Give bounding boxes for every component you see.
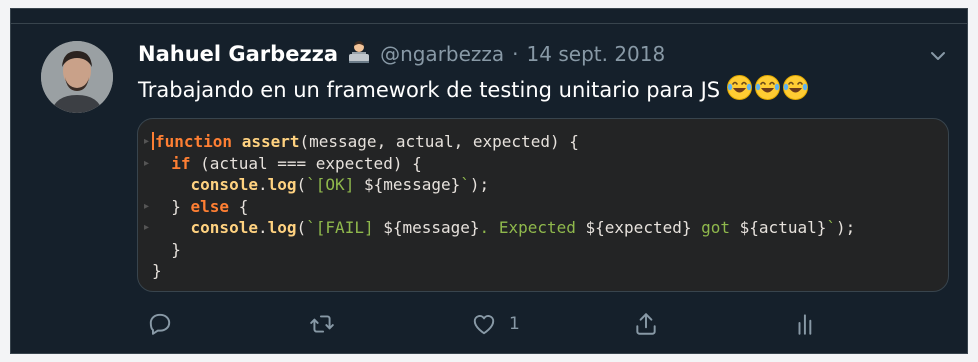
tears-of-joy-emoji-icon: [782, 74, 809, 106]
author-name[interactable]: Nahuel Garbezza: [138, 42, 338, 66]
heart-icon: [473, 315, 495, 335]
reply-button[interactable]: [147, 309, 173, 339]
code-fold-gutter: ▸ ▸ ▸ ▸: [144, 136, 150, 233]
code-block: function assert(message, actual, expecte…: [152, 131, 855, 282]
tweet-emojis: [726, 74, 809, 106]
code-line: }: [152, 261, 162, 280]
like-count: 1: [509, 314, 520, 334]
tweet-date[interactable]: 14 sept. 2018: [527, 42, 666, 66]
tweet-text-content: Trabajando en un framework de testing un…: [138, 78, 721, 102]
tweet-text: Trabajando en un framework de testing un…: [138, 75, 809, 105]
tweet-frame: Nahuel Garbezza @ngarbezza · 14 sept. 20…: [10, 8, 968, 354]
tweet-media-code-image[interactable]: ▸ ▸ ▸ ▸ function assert(message, actual, ex…: [137, 118, 949, 292]
tears-of-joy-emoji-icon: [726, 74, 753, 106]
retweet-button[interactable]: [309, 309, 335, 339]
analytics-icon: [798, 314, 812, 335]
header-separator: ·: [512, 42, 519, 66]
avatar[interactable]: [41, 41, 113, 113]
top-divider: [11, 23, 967, 24]
code-line: console.log(`[FAIL] ${message}. Expected…: [190, 218, 856, 237]
code-line: } else {: [152, 196, 249, 216]
author-handle[interactable]: @ngarbezza: [380, 42, 504, 66]
tweet-actions: 1: [137, 309, 857, 339]
share-icon: [636, 313, 656, 335]
tweet-header: Nahuel Garbezza @ngarbezza · 14 sept. 20…: [138, 39, 665, 69]
like-button[interactable]: 1: [471, 309, 520, 339]
chevron-down-icon[interactable]: [927, 45, 949, 67]
retweet-icon: [310, 315, 334, 333]
reply-icon: [149, 313, 171, 335]
code-line: console.log(`[OK] ${message}`);: [190, 175, 490, 194]
share-button[interactable]: [633, 309, 659, 339]
analytics-button[interactable]: [793, 309, 819, 339]
code-line: }: [152, 239, 181, 259]
text-cursor: [152, 132, 154, 150]
tears-of-joy-emoji-icon: [754, 74, 781, 106]
code-line: if (actual === expected) {: [171, 153, 422, 173]
code-line: function assert(message, actual, expecte…: [152, 131, 855, 153]
technologist-emoji-icon: [346, 39, 372, 69]
